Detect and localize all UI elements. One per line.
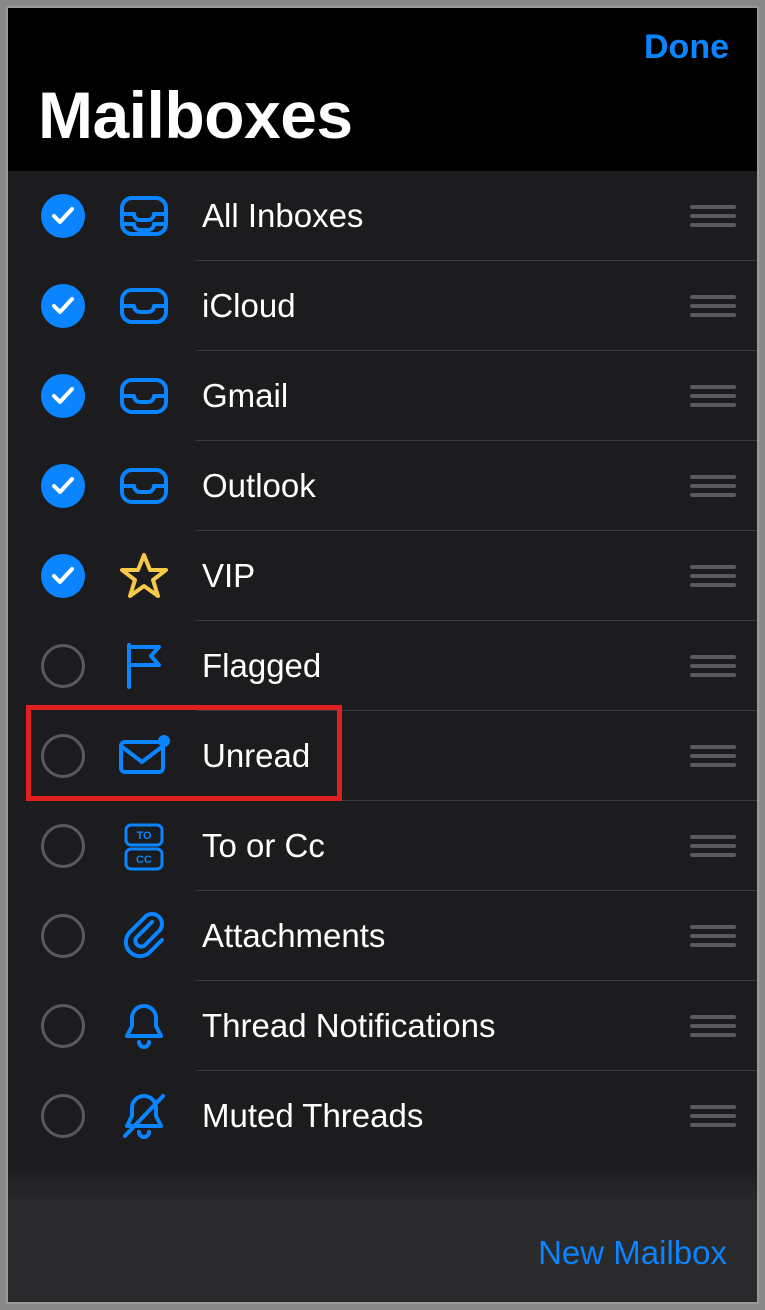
- mailbox-row-flagged[interactable]: Flagged: [8, 621, 757, 710]
- checkmark-icon: [41, 284, 85, 328]
- title-row: Mailboxes: [8, 77, 757, 171]
- mailbox-label: All Inboxes: [202, 197, 687, 235]
- flag-icon: [116, 638, 172, 694]
- drag-handle-icon[interactable]: [687, 745, 739, 767]
- done-button[interactable]: Done: [644, 28, 729, 67]
- svg-text:TO: TO: [136, 830, 152, 842]
- envelope-dot-icon: [116, 728, 172, 784]
- mailbox-label: iCloud: [202, 287, 687, 325]
- selection-toggle[interactable]: [40, 823, 86, 869]
- mailbox-row-gmail[interactable]: Gmail: [8, 351, 757, 440]
- paperclip-icon: [116, 908, 172, 964]
- to-cc-icon: TO CC: [116, 818, 172, 874]
- drag-handle-icon[interactable]: [687, 385, 739, 407]
- mailbox-label: VIP: [202, 557, 687, 595]
- selection-toggle[interactable]: [40, 193, 86, 239]
- mailbox-row-outlook[interactable]: Outlook: [8, 441, 757, 530]
- mailbox-row-all-inboxes[interactable]: All Inboxes: [8, 171, 757, 260]
- drag-handle-icon[interactable]: [687, 655, 739, 677]
- checkmark-icon: [41, 464, 85, 508]
- star-icon: [116, 548, 172, 604]
- empty-circle-icon: [41, 644, 85, 688]
- mailbox-label: Thread Notifications: [202, 1007, 687, 1045]
- drag-handle-icon[interactable]: [687, 1105, 739, 1127]
- bell-icon: [116, 998, 172, 1054]
- mailbox-row-unread[interactable]: Unread: [8, 711, 757, 800]
- mailbox-row-attachments[interactable]: Attachments: [8, 891, 757, 980]
- mailbox-list: All Inboxes iCloud Gmail Outlook VIP Flagged U…: [8, 171, 757, 1302]
- drag-handle-icon[interactable]: [687, 295, 739, 317]
- selection-toggle[interactable]: [40, 463, 86, 509]
- mailbox-label: Muted Threads: [202, 1097, 687, 1135]
- svg-text:CC: CC: [136, 854, 152, 866]
- empty-circle-icon: [41, 914, 85, 958]
- mailbox-row-thread-notifications[interactable]: Thread Notifications: [8, 981, 757, 1070]
- fade-gradient: [8, 1164, 757, 1204]
- inbox-icon: [116, 278, 172, 334]
- mailbox-row-vip[interactable]: VIP: [8, 531, 757, 620]
- inbox-stack-icon: [116, 188, 172, 244]
- empty-circle-icon: [41, 824, 85, 868]
- mailbox-row-icloud[interactable]: iCloud: [8, 261, 757, 350]
- selection-toggle[interactable]: [40, 643, 86, 689]
- selection-toggle[interactable]: [40, 1003, 86, 1049]
- mailboxes-edit-screen: Done Mailboxes All Inboxes iCloud Gmail Out…: [6, 6, 759, 1304]
- empty-circle-icon: [41, 1094, 85, 1138]
- mailbox-row-to-or-cc[interactable]: TO CC To or Cc: [8, 801, 757, 890]
- mailbox-label: Unread: [202, 737, 687, 775]
- nav-bar: Done: [8, 8, 757, 77]
- drag-handle-icon[interactable]: [687, 205, 739, 227]
- mailbox-label: To or Cc: [202, 827, 687, 865]
- checkmark-icon: [41, 194, 85, 238]
- empty-circle-icon: [41, 1004, 85, 1048]
- new-mailbox-button[interactable]: New Mailbox: [538, 1234, 727, 1272]
- selection-toggle[interactable]: [40, 373, 86, 419]
- mailbox-label: Gmail: [202, 377, 687, 415]
- bell-slash-icon: [116, 1088, 172, 1144]
- checkmark-icon: [41, 554, 85, 598]
- checkmark-icon: [41, 374, 85, 418]
- drag-handle-icon[interactable]: [687, 835, 739, 857]
- drag-handle-icon[interactable]: [687, 565, 739, 587]
- bottom-toolbar: New Mailbox: [8, 1204, 757, 1302]
- drag-handle-icon[interactable]: [687, 1015, 739, 1037]
- selection-toggle[interactable]: [40, 913, 86, 959]
- mailbox-row-muted-threads[interactable]: Muted Threads: [8, 1071, 757, 1160]
- drag-handle-icon[interactable]: [687, 475, 739, 497]
- selection-toggle[interactable]: [40, 553, 86, 599]
- page-title: Mailboxes: [38, 77, 727, 153]
- inbox-icon: [116, 368, 172, 424]
- selection-toggle[interactable]: [40, 733, 86, 779]
- mailbox-label: Attachments: [202, 917, 687, 955]
- selection-toggle[interactable]: [40, 1093, 86, 1139]
- drag-handle-icon[interactable]: [687, 925, 739, 947]
- selection-toggle[interactable]: [40, 283, 86, 329]
- mailbox-label: Outlook: [202, 467, 687, 505]
- mailbox-label: Flagged: [202, 647, 687, 685]
- empty-circle-icon: [41, 734, 85, 778]
- inbox-icon: [116, 458, 172, 514]
